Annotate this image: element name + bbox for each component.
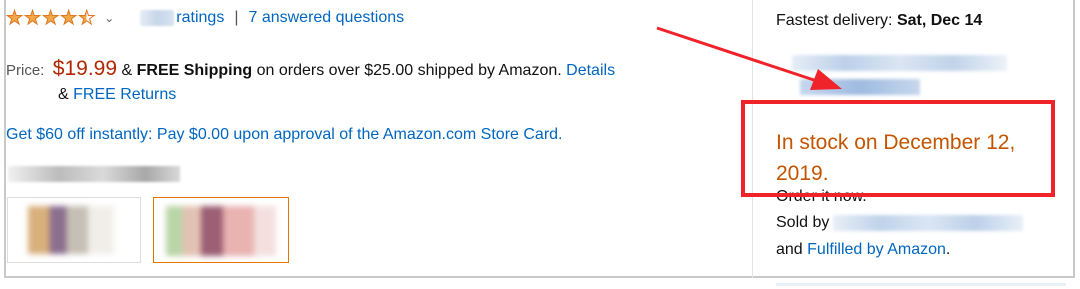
half-star-icon: ★ xyxy=(78,7,96,29)
sold-by-label: Sold by xyxy=(776,214,830,231)
price-amount: $19.99 xyxy=(52,57,118,80)
redacted-delivery-address-link[interactable] xyxy=(800,79,920,95)
price-row: Price: $19.99 & FREE Shipping on orders … xyxy=(6,57,615,83)
fastest-delivery-date: Sat, Dec 14 xyxy=(896,12,983,29)
returns-row: & FREE Returns xyxy=(58,84,176,106)
answered-questions-link[interactable]: 7 answered questions xyxy=(248,9,404,27)
variant-swatch[interactable] xyxy=(7,197,141,263)
free-returns-link[interactable]: FREE Returns xyxy=(73,86,176,103)
fulfilled-prefix: and xyxy=(776,241,803,258)
redacted-seller-link[interactable] xyxy=(833,215,1024,231)
fastest-delivery-label: Fastest delivery: xyxy=(776,12,893,29)
star-icon: ★ xyxy=(42,7,60,29)
free-shipping-label: FREE Shipping xyxy=(136,62,253,79)
fulfilled-by-amazon-link[interactable]: Fulfilled by Amazon xyxy=(807,241,946,258)
shipping-text: on orders over $25.00 shipped by Amazon. xyxy=(256,62,562,79)
redacted-delivery-address xyxy=(792,55,1007,71)
details-link[interactable]: Details xyxy=(566,62,615,79)
star-icon: ★ xyxy=(5,7,24,29)
ratings-link[interactable]: ratings xyxy=(176,9,224,27)
star-rating[interactable]: ★ ★ ★ ★ ★ xyxy=(5,7,96,29)
store-card-promo-link[interactable]: Get $60 off instantly: Pay $0.00 upon ap… xyxy=(6,124,562,146)
annotation-highlight-box xyxy=(741,100,1055,197)
fulfilled-row: and Fulfilled by Amazon. xyxy=(776,239,950,261)
redacted-variant-label xyxy=(8,166,180,182)
fastest-delivery: Fastest delivery: Sat, Dec 14 xyxy=(776,10,1066,32)
star-icon: ★ xyxy=(60,7,78,29)
variant-thumbnail xyxy=(28,206,114,254)
price-label: Price: xyxy=(6,62,45,79)
fulfilled-suffix: . xyxy=(945,241,951,258)
redacted-rating-count xyxy=(140,10,175,26)
returns-amp: & xyxy=(58,86,69,103)
variant-thumbnail xyxy=(166,206,276,256)
panel-bottom-edge xyxy=(776,283,1066,286)
sold-by-row: Sold by xyxy=(776,212,1024,234)
price-amp: & xyxy=(121,62,133,79)
chevron-down-icon[interactable]: ⌄ xyxy=(104,11,114,25)
separator: | xyxy=(234,9,239,26)
star-icon: ★ xyxy=(24,7,42,29)
rating-row: ★ ★ ★ ★ ★ ⌄ ratings | 7 answered questio… xyxy=(5,5,404,31)
variant-swatch-selected[interactable] xyxy=(153,197,289,263)
